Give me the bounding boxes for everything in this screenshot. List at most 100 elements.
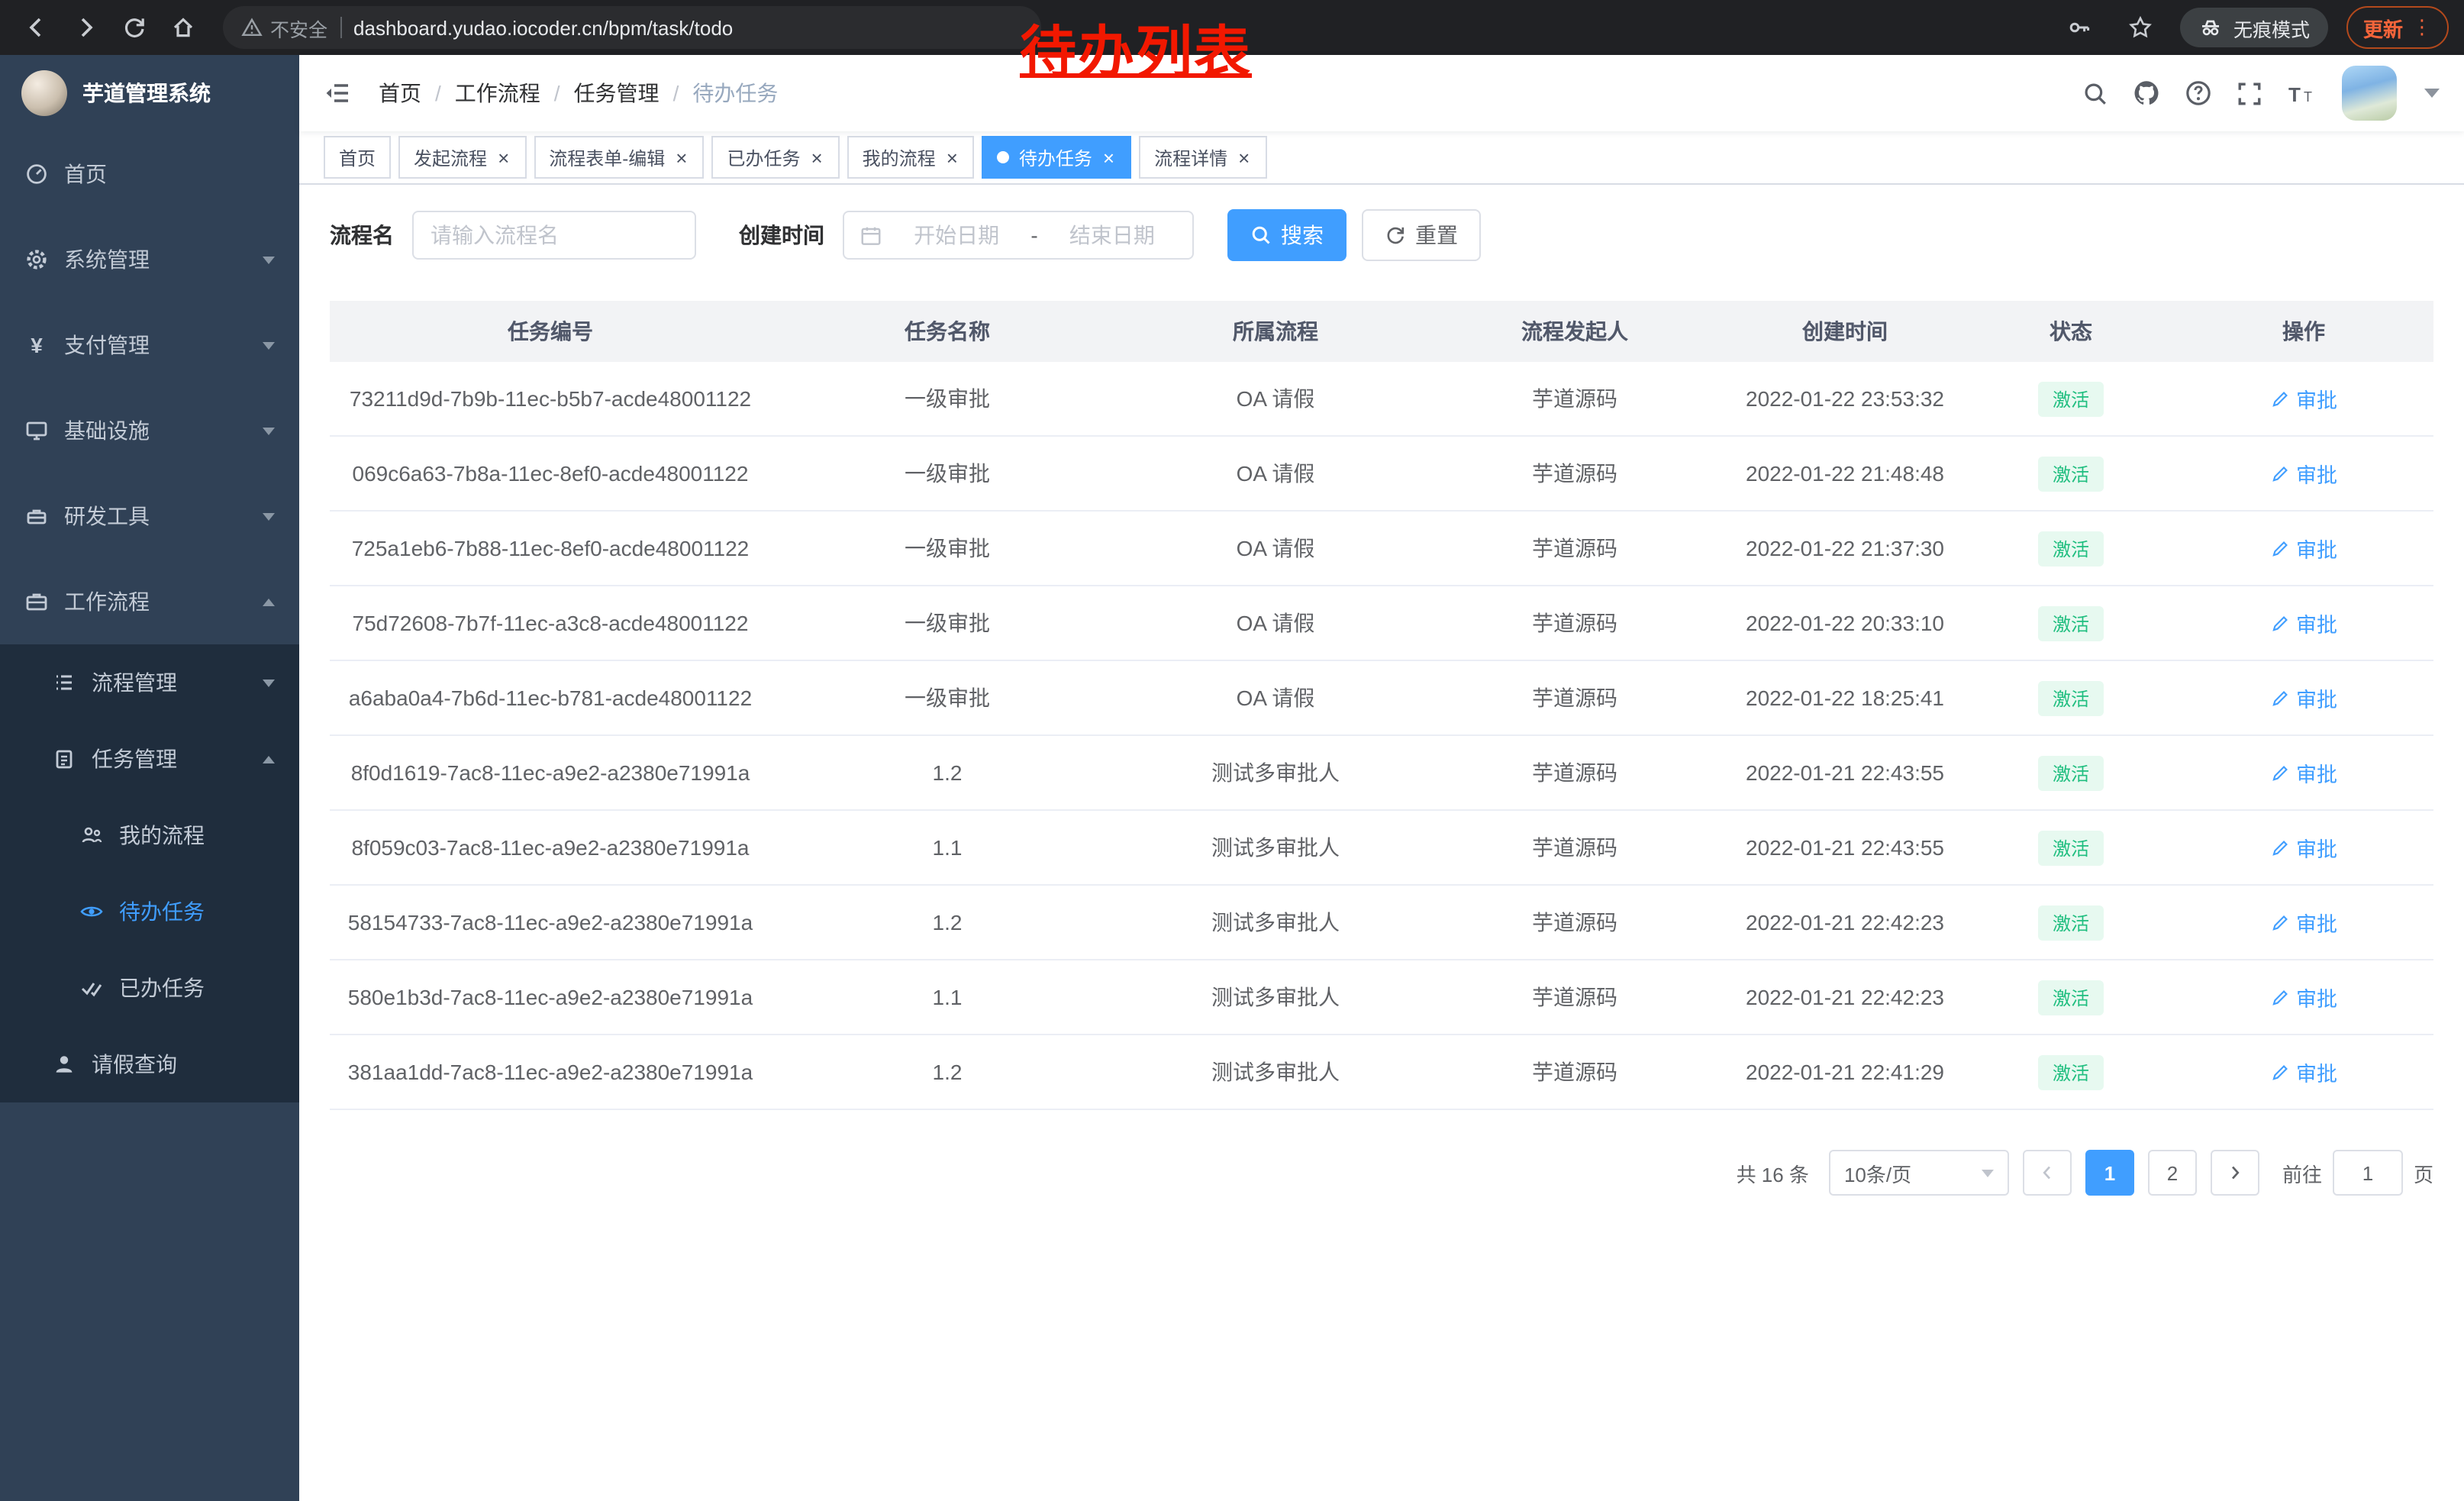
breadcrumb: 首页 / 工作流程 / 任务管理 / 待办任务 <box>379 78 778 108</box>
tab-close-icon[interactable]: × <box>809 147 824 167</box>
approve-link[interactable]: 审批 <box>2270 1057 2337 1087</box>
page-button-2[interactable]: 2 <box>2148 1150 2197 1196</box>
sidebar-item-my-process[interactable]: 我的流程 <box>0 797 299 873</box>
start-date-placeholder[interactable]: 开始日期 <box>892 220 1021 250</box>
goto-suffix: 页 <box>2414 1158 2433 1187</box>
sidebar-item-leave-query[interactable]: 请假查询 <box>0 1026 299 1102</box>
not-secure-group[interactable]: 不安全 <box>241 13 327 42</box>
next-page-button[interactable] <box>2211 1150 2259 1196</box>
reload-button[interactable] <box>113 6 156 49</box>
cell-task-name: 一级审批 <box>771 533 1124 563</box>
pagination-goto: 前往 页 <box>2282 1150 2433 1196</box>
page-size-select[interactable]: 10条/页 <box>1829 1150 2009 1196</box>
tab-start-process[interactable]: 发起流程 × <box>398 136 526 179</box>
status-badge: 激活 <box>2039 456 2103 491</box>
cell-task-name: 一级审批 <box>771 683 1124 713</box>
approve-link-label: 审批 <box>2296 533 2337 563</box>
url-text: dashboard.yudao.iocoder.cn/bpm/task/todo <box>353 16 733 39</box>
pagination-total: 共 16 条 <box>1737 1158 1809 1187</box>
tab-close-icon[interactable]: × <box>496 147 511 167</box>
table-row: 8f0d1619-7ac8-11ec-a9e2-a2380e71991a 1.2… <box>330 736 2433 811</box>
tags-view-bar: 首页 发起流程 × 流程表单-编辑 × 已办任务 × 我的流程 × <box>299 131 2464 185</box>
approve-link[interactable]: 审批 <box>2270 383 2337 414</box>
sidebar-item-devtools[interactable]: 研发工具 <box>0 473 299 559</box>
sidebar-item-payment[interactable]: ¥ 支付管理 <box>0 302 299 388</box>
address-bar[interactable]: 不安全 dashboard.yudao.iocoder.cn/bpm/task/… <box>223 6 1041 49</box>
sidebar-item-todo-tasks[interactable]: 待办任务 <box>0 873 299 950</box>
create-time-label: 创建时间 <box>739 220 824 250</box>
goto-page-input[interactable] <box>2333 1150 2403 1196</box>
approve-link[interactable]: 审批 <box>2270 533 2337 563</box>
fullscreen-button[interactable] <box>2237 80 2262 106</box>
sidebar-logo[interactable]: 芋道管理系统 <box>0 55 299 131</box>
tab-done-tasks[interactable]: 已办任务 × <box>711 136 839 179</box>
sidebar-item-label: 研发工具 <box>64 501 150 531</box>
chevron-down-icon <box>263 427 275 434</box>
user-avatar[interactable] <box>2342 66 2397 121</box>
search-button[interactable]: 搜索 <box>1227 209 1346 261</box>
end-date-placeholder[interactable]: 结束日期 <box>1047 220 1177 250</box>
tab-close-icon[interactable]: × <box>945 147 959 167</box>
sidebar-item-home[interactable]: 首页 <box>0 131 299 217</box>
breadcrumb-workflow[interactable]: 工作流程 <box>455 78 540 108</box>
breadcrumb-home[interactable]: 首页 <box>379 78 421 108</box>
approve-link[interactable]: 审批 <box>2270 608 2337 638</box>
prev-page-button[interactable] <box>2023 1150 2072 1196</box>
back-button[interactable] <box>15 6 58 49</box>
cell-task-id: 725a1eb6-7b88-11ec-8ef0-acde48001122 <box>330 536 771 560</box>
pen-icon <box>2270 838 2290 857</box>
sidebar-item-label: 待办任务 <box>119 896 205 927</box>
pen-icon <box>2270 389 2290 408</box>
table-row: 725a1eb6-7b88-11ec-8ef0-acde48001122 一级审… <box>330 512 2433 586</box>
password-key-button[interactable] <box>2058 6 2101 49</box>
sidebar-item-done-tasks[interactable]: 已办任务 <box>0 950 299 1026</box>
approve-link[interactable]: 审批 <box>2270 683 2337 713</box>
bookmark-star-button[interactable] <box>2119 6 2162 49</box>
sidebar-item-process-mgmt[interactable]: 流程管理 <box>0 644 299 721</box>
tab-form-edit[interactable]: 流程表单-编辑 × <box>534 136 704 179</box>
page-button-1[interactable]: 1 <box>2085 1150 2134 1196</box>
sidebar-item-label: 支付管理 <box>64 330 150 360</box>
approve-link[interactable]: 审批 <box>2270 982 2337 1012</box>
date-range-picker[interactable]: 开始日期 - 结束日期 <box>843 211 1194 260</box>
docs-help-button[interactable] <box>2185 79 2212 107</box>
sidebar-item-task-mgmt[interactable]: 任务管理 <box>0 721 299 797</box>
approve-link[interactable]: 审批 <box>2270 757 2337 788</box>
tab-close-icon[interactable]: × <box>1237 147 1251 167</box>
home-button[interactable] <box>162 6 205 49</box>
cell-task-id: 580e1b3d-7ac8-11ec-a9e2-a2380e71991a <box>330 985 771 1009</box>
tab-close-icon[interactable]: × <box>674 147 689 167</box>
approve-link[interactable]: 审批 <box>2270 907 2337 938</box>
avatar-caret-icon[interactable] <box>2424 89 2440 98</box>
approve-link[interactable]: 审批 <box>2270 458 2337 489</box>
range-separator: - <box>1030 223 1037 247</box>
sidebar-item-workflow[interactable]: 工作流程 <box>0 559 299 644</box>
chrome-update-menu-button[interactable]: 更新 ⋮ <box>2346 6 2449 49</box>
tab-close-icon[interactable]: × <box>1101 147 1116 167</box>
annotation-todo-list: 待办列表 <box>1020 6 1252 89</box>
forward-button[interactable] <box>64 6 107 49</box>
approve-link[interactable]: 审批 <box>2270 832 2337 863</box>
logo-avatar <box>21 70 67 116</box>
tab-todo-tasks[interactable]: 待办任务 × <box>982 136 1131 179</box>
sidebar-item-infra[interactable]: 基础设施 <box>0 388 299 473</box>
omnibox-divider <box>340 17 341 38</box>
cell-created: 2022-01-21 22:41:29 <box>1722 1060 1968 1084</box>
tab-home[interactable]: 首页 <box>324 136 391 179</box>
cell-process: OA 请假 <box>1124 683 1427 713</box>
cell-created: 2022-01-22 21:37:30 <box>1722 536 1968 560</box>
process-name-input[interactable] <box>412 211 696 260</box>
reset-button[interactable]: 重置 <box>1362 209 1481 261</box>
font-size-button[interactable]: TT <box>2287 80 2317 106</box>
header-search-button[interactable] <box>2082 80 2108 106</box>
sidebar-collapse-button[interactable] <box>324 79 351 107</box>
tab-process-detail[interactable]: 流程详情 × <box>1139 136 1266 179</box>
github-button[interactable] <box>2133 79 2160 107</box>
tools-icon <box>24 504 49 528</box>
sidebar-item-system[interactable]: 系统管理 <box>0 217 299 302</box>
dashboard-icon <box>24 162 49 186</box>
security-label: 不安全 <box>270 13 327 42</box>
gear-icon <box>24 247 49 272</box>
tab-my-process[interactable]: 我的流程 × <box>847 136 975 179</box>
breadcrumb-task-mgmt[interactable]: 任务管理 <box>574 78 660 108</box>
